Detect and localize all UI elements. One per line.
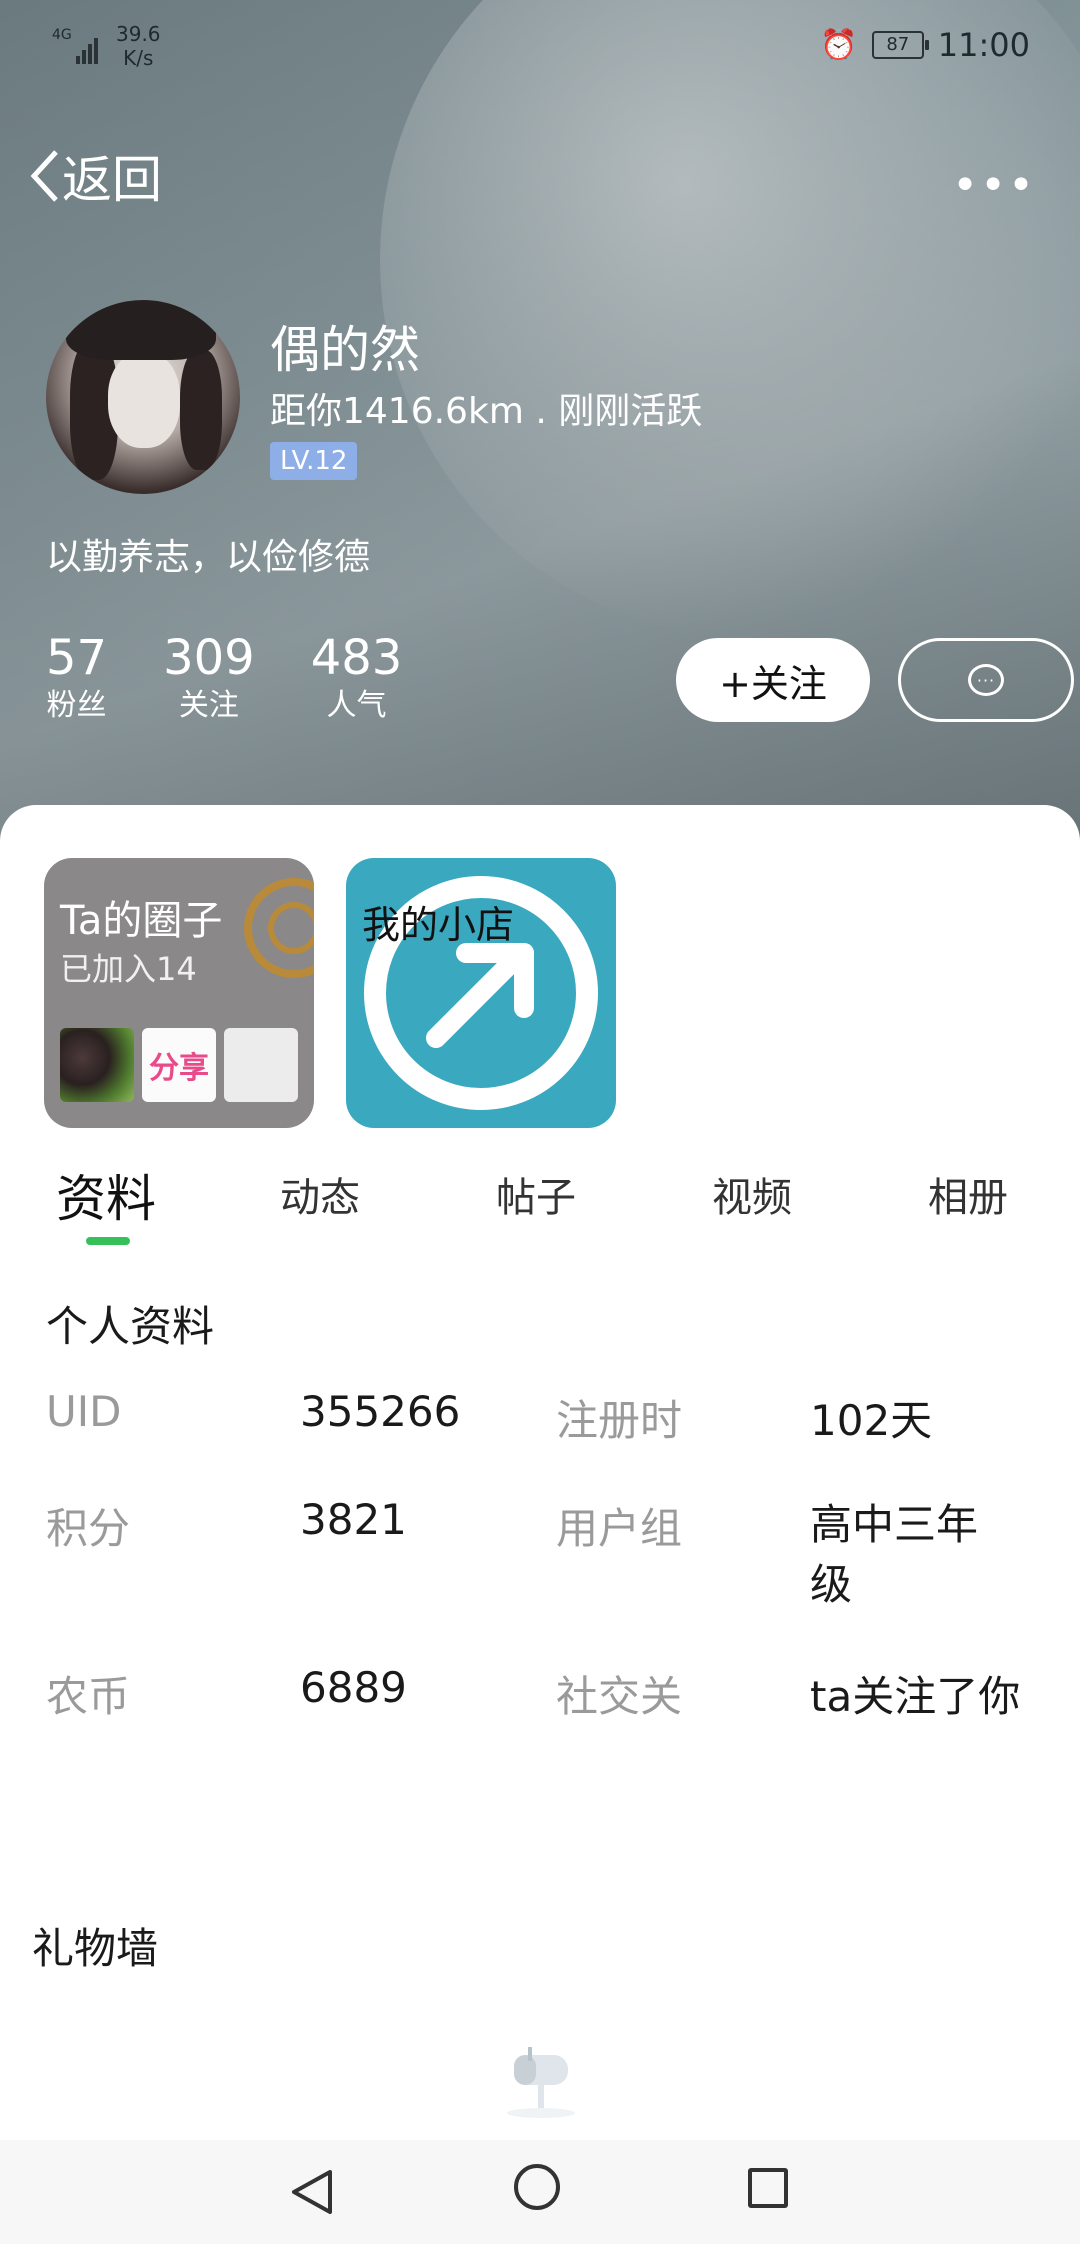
info-value-register: 102天: [810, 1396, 933, 1445]
tab-albums[interactable]: 相册: [928, 1165, 1008, 1223]
circle-card-title: Ta的圈子: [60, 898, 223, 944]
battery-icon: 87: [871, 31, 929, 59]
user-bio: 以勤养志，以俭修德: [46, 537, 371, 578]
chevron-left-icon: [30, 150, 58, 202]
level-badge: LV.12: [270, 442, 358, 480]
signal-icon: [76, 34, 104, 64]
stats-row: 57 粉丝 309 关注 483 人气: [46, 630, 402, 726]
chat-bubble-icon: ···: [968, 664, 1004, 696]
circle-thumb-blank: [224, 1028, 298, 1102]
profile-tabs: 资料 动态 帖子 视频 相册: [0, 1165, 1080, 1255]
top-navigation: 返回 •••: [0, 130, 1080, 212]
nav-home-icon[interactable]: [514, 2164, 560, 2210]
info-label-coins: 农币: [46, 1672, 131, 1721]
message-button[interactable]: ···: [898, 638, 1074, 722]
tab-activity[interactable]: 动态: [280, 1165, 360, 1223]
avatar[interactable]: [46, 300, 240, 494]
status-bar: 4G 39.6 K/s ⏰ 87 11:00: [0, 0, 1080, 100]
clock: 11:00: [937, 26, 1030, 64]
circle-card[interactable]: Ta的圈子 已加入14 分享: [44, 858, 314, 1128]
shop-card[interactable]: 我的小店: [346, 858, 616, 1128]
nav-recents-icon[interactable]: [748, 2168, 788, 2208]
empty-mailbox-icon: [507, 2047, 575, 2118]
section-title-personal-info: 个人资料: [46, 1302, 215, 1351]
active-tab-indicator: [86, 1237, 130, 1245]
user-distance-activity: 距你1416.6km . 刚刚活跃: [270, 391, 703, 432]
system-navigation-bar: [0, 2140, 1080, 2244]
info-value-points: 3821: [300, 1495, 407, 1544]
circle-thumb-image: [60, 1028, 134, 1102]
network-speed: 39.6 K/s: [116, 22, 161, 70]
back-button[interactable]: 返回: [28, 140, 162, 212]
stat-following[interactable]: 309 关注: [163, 630, 255, 726]
shop-card-title: 我的小店: [362, 903, 515, 947]
section-title-gift-wall: 礼物墙: [32, 1924, 159, 1973]
info-label-social: 社交关: [556, 1672, 683, 1721]
user-name: 偶的然: [270, 321, 420, 379]
back-label: 返回: [62, 151, 162, 209]
network-type: 4G: [52, 27, 72, 43]
more-options-icon[interactable]: •••: [952, 160, 1036, 211]
info-label-register: 注册时: [556, 1396, 683, 1445]
circle-logo-icon: [244, 878, 314, 978]
tab-profile-info[interactable]: 资料: [56, 1159, 156, 1231]
circle-thumb-share: 分享: [142, 1028, 216, 1102]
nav-back-icon[interactable]: [290, 2168, 334, 2216]
alarm-icon: ⏰: [820, 27, 858, 63]
info-label-user-group: 用户组: [556, 1504, 683, 1553]
tab-posts[interactable]: 帖子: [496, 1165, 576, 1223]
stat-fans[interactable]: 57 粉丝: [46, 630, 107, 726]
circle-card-count: 已加入14: [60, 950, 197, 988]
tab-videos[interactable]: 视频: [712, 1165, 792, 1223]
info-value-social: ta关注了你: [810, 1672, 1021, 1721]
info-value-uid: 355266: [300, 1387, 461, 1436]
stat-popularity[interactable]: 483 人气: [311, 630, 403, 726]
info-value-user-group: 高中三年级: [810, 1500, 979, 1609]
info-label-points: 积分: [46, 1504, 131, 1553]
info-label-uid: UID: [46, 1387, 122, 1436]
follow-button[interactable]: +关注: [676, 638, 870, 722]
profile-content-sheet: Ta的圈子 已加入14 分享 我的小店 资料 动态 帖子 视频 相册 个人资料 …: [0, 805, 1080, 2139]
info-value-coins: 6889: [300, 1663, 407, 1712]
